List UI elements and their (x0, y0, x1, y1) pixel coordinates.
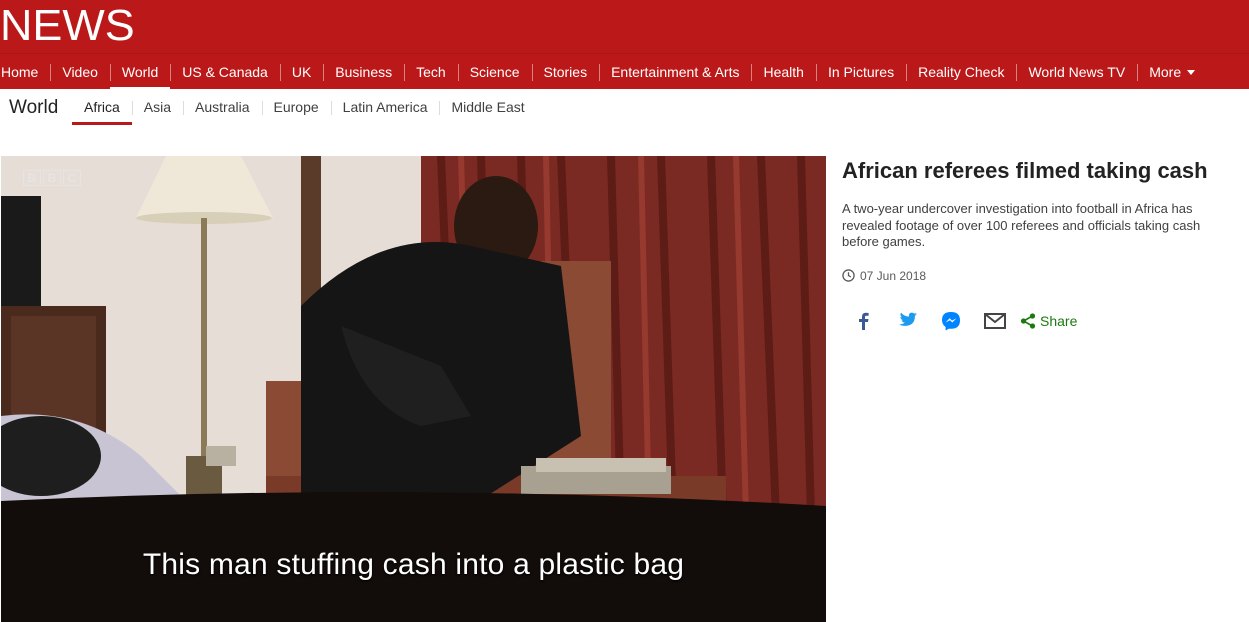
masthead: NEWS (0, 0, 1249, 53)
nav-item-world-news-tv[interactable]: World News TV (1016, 54, 1137, 90)
email-icon[interactable] (984, 310, 1006, 332)
bbc-watermark: B B C (23, 170, 81, 186)
subnav-item-africa[interactable]: Africa (72, 89, 132, 125)
story-date: 07 Jun 2018 (860, 268, 927, 283)
nav-item-in-pictures[interactable]: In Pictures (815, 54, 906, 90)
news-logo[interactable]: NEWS (0, 2, 135, 50)
nav-item-business[interactable]: Business (323, 54, 404, 90)
story-timestamp: 07 Jun 2018 (842, 269, 1242, 283)
section-title[interactable]: World (9, 97, 58, 119)
nav-item-science[interactable]: Science (457, 54, 532, 90)
chevron-down-icon (1187, 69, 1196, 75)
subnav-item-australia[interactable]: Australia (183, 89, 261, 124)
nav-item-us-canada[interactable]: US & Canada (170, 54, 280, 90)
video-caption: This man stuffing cash into a plastic ba… (142, 548, 685, 581)
twitter-icon[interactable] (896, 310, 918, 332)
clock-icon (842, 269, 855, 282)
video-player[interactable]: B B C This man stuffing cash into a plas… (1, 156, 826, 622)
nav-item-uk[interactable]: UK (279, 54, 323, 90)
primary-nav: Home Video World US & Canada UK Business… (0, 53, 1249, 90)
subnav-item-middle-east[interactable]: Middle East (439, 89, 536, 124)
nav-item-tech[interactable]: Tech (404, 54, 458, 90)
bbc-watermark-letter: C (63, 170, 81, 186)
share-icon (1020, 312, 1036, 329)
nav-item-stories[interactable]: Stories (531, 54, 600, 90)
story-summary: A two-year undercover investigation into… (842, 201, 1201, 249)
nav-item-video[interactable]: Video (50, 54, 110, 90)
subnav-item-asia[interactable]: Asia (131, 89, 183, 124)
share-tools: Share (842, 310, 1242, 332)
nav-more-label: More (1149, 64, 1182, 80)
messenger-icon[interactable] (940, 310, 962, 332)
bbc-watermark-letter: B (43, 170, 61, 186)
nav-item-more[interactable]: More (1137, 54, 1207, 90)
subnav-item-latin-america[interactable]: Latin America (330, 89, 440, 124)
secondary-nav: World Africa Asia Australia Europe Latin… (0, 89, 1249, 127)
story-headline[interactable]: African referees filmed taking cash (842, 157, 1242, 185)
subnav-item-europe[interactable]: Europe (261, 89, 331, 124)
nav-item-world[interactable]: World (109, 54, 171, 90)
nav-item-reality-check[interactable]: Reality Check (906, 54, 1016, 90)
bbc-watermark-letter: B (23, 170, 41, 186)
share-label: Share (1040, 312, 1078, 329)
facebook-icon[interactable] (852, 310, 874, 332)
nav-item-entertainment-arts[interactable]: Entertainment & Arts (599, 54, 751, 90)
nav-item-health[interactable]: Health (751, 54, 815, 90)
share-button[interactable]: Share (1020, 313, 1077, 329)
story-panel: African referees filmed taking cash A tw… (842, 157, 1242, 332)
nav-item-home[interactable]: Home (0, 54, 50, 90)
